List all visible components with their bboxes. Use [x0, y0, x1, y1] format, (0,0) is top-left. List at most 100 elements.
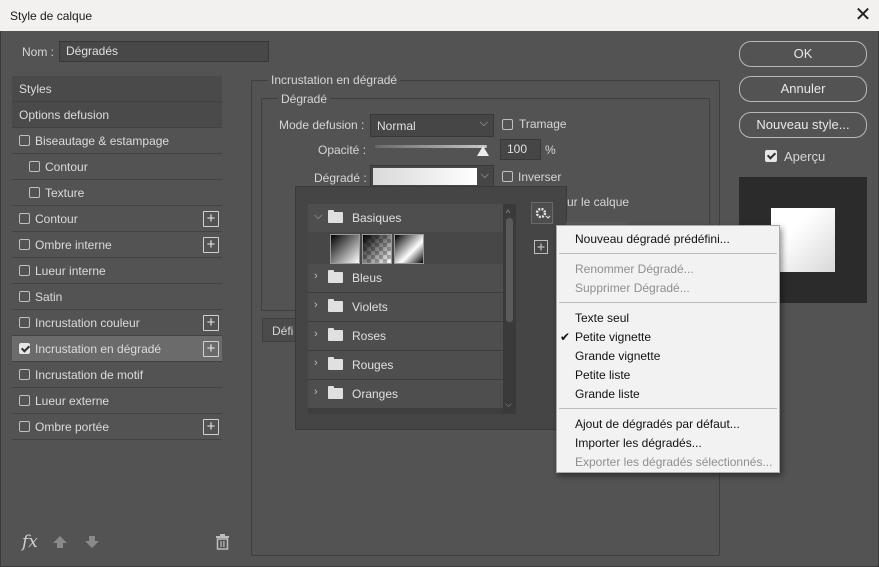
menu-separator: [559, 408, 777, 409]
menu-item[interactable]: Importer les dégradés...: [575, 436, 702, 450]
preset-folder-name: Basiques: [352, 211, 402, 225]
blend-mode-label: Mode defusion :: [279, 118, 365, 132]
style-checkbox[interactable]: [19, 395, 30, 406]
preset-folder[interactable]: ⌵ Basiques: [308, 204, 503, 232]
blend-mode-select[interactable]: Normal ⌵: [370, 114, 494, 137]
style-item-label: Satin: [35, 290, 63, 304]
preset-folder[interactable]: › Rouges: [308, 351, 503, 379]
style-checkbox[interactable]: [19, 317, 30, 328]
fx-icon[interactable]: fx: [22, 532, 38, 552]
preset-scrollbar[interactable]: ^ ⌵: [503, 204, 516, 414]
style-item-7[interactable]: Lueur interne: [12, 258, 222, 284]
style-checkbox[interactable]: [19, 369, 30, 380]
preset-folder[interactable]: › Roses: [308, 322, 503, 350]
menu-item[interactable]: Texte seul: [575, 311, 629, 325]
style-checkbox[interactable]: [19, 239, 30, 250]
style-item-label: Ombre interne: [35, 238, 112, 252]
preset-folder-name: Rouges: [352, 358, 394, 372]
style-checkbox[interactable]: [19, 135, 30, 146]
menu-item[interactable]: Petite vignette: [575, 330, 651, 344]
add-effect-icon[interactable]: +: [203, 211, 219, 227]
chevron-right-icon[interactable]: ›: [314, 328, 318, 340]
gradient-swatch[interactable]: [330, 234, 360, 264]
gradient-swatch[interactable]: [394, 234, 424, 264]
close-icon[interactable]: ✕: [848, 2, 878, 30]
check-icon: ✔: [560, 330, 571, 344]
menu-separator: [559, 253, 777, 254]
style-item-2[interactable]: Biseautage & estampage: [12, 128, 222, 154]
chevron-down-icon[interactable]: ⌵: [314, 210, 322, 223]
add-preset-icon[interactable]: [534, 240, 548, 254]
style-item-label: Contour: [35, 212, 78, 226]
style-item-8[interactable]: Satin: [12, 284, 222, 310]
dither-label: Tramage: [519, 117, 567, 131]
ok-button[interactable]: OK: [739, 41, 867, 67]
style-item-11[interactable]: Incrustation de motif: [12, 362, 222, 388]
style-item-3[interactable]: Contour: [12, 154, 222, 180]
arrow-up-icon[interactable]: [52, 535, 68, 549]
style-item-1[interactable]: Options defusion: [12, 102, 222, 128]
preset-list: ⌵ Basiques › Bleus › Violets › Roses › Rouges › Ora…: [308, 204, 516, 414]
preview-checkbox[interactable]: [765, 150, 777, 162]
chevron-right-icon[interactable]: ›: [314, 357, 318, 369]
style-checkbox[interactable]: [19, 213, 30, 224]
add-effect-icon[interactable]: +: [203, 237, 219, 253]
opacity-slider-handle[interactable]: [477, 146, 489, 156]
add-effect-icon[interactable]: +: [203, 341, 219, 357]
style-item-6[interactable]: Ombre interne +: [12, 232, 222, 258]
menu-separator: [559, 302, 777, 303]
style-checkbox[interactable]: [29, 161, 40, 172]
new-style-button[interactable]: Nouveau style...: [739, 112, 867, 138]
trash-icon[interactable]: [215, 534, 230, 550]
opacity-label: Opacité :: [318, 143, 367, 157]
opacity-unit: %: [545, 143, 556, 157]
reverse-checkbox[interactable]: [502, 171, 513, 182]
menu-item[interactable]: Grande liste: [575, 387, 640, 401]
style-item-13[interactable]: Ombre portée +: [12, 414, 222, 440]
gradient-label: Dégradé :: [314, 171, 367, 185]
menu-item: Supprimer Dégradé...: [575, 281, 690, 295]
style-checkbox[interactable]: [19, 343, 30, 354]
menu-item[interactable]: Grande vignette: [575, 349, 660, 363]
preset-folder[interactable]: › Bleus: [308, 264, 503, 292]
style-item-0[interactable]: Styles: [12, 76, 222, 102]
preset-folder-name: Bleus: [352, 271, 383, 285]
opacity-slider-track[interactable]: [375, 145, 487, 148]
chevron-right-icon[interactable]: ›: [314, 270, 318, 282]
chevron-right-icon[interactable]: ›: [314, 386, 318, 398]
style-item-label: Incrustation couleur: [35, 316, 140, 330]
dither-checkbox[interactable]: [502, 119, 513, 130]
chevron-right-icon[interactable]: ›: [314, 299, 318, 311]
gradient-picker[interactable]: ⌵: [370, 165, 494, 188]
cancel-button[interactable]: Annuler: [739, 76, 867, 102]
opacity-input[interactable]: 100: [500, 139, 541, 160]
style-checkbox[interactable]: [19, 265, 30, 276]
title-bar: Style de calque ✕: [0, 0, 879, 31]
style-item-12[interactable]: Lueur externe: [12, 388, 222, 414]
group-title: Dégradé: [278, 92, 331, 106]
preset-folder[interactable]: › Violets: [308, 293, 503, 321]
style-item-5[interactable]: Contour +: [12, 206, 222, 232]
preset-settings-button[interactable]: [531, 202, 553, 224]
gradient-preview[interactable]: [373, 168, 477, 185]
style-item-4[interactable]: Texture: [12, 180, 222, 206]
style-item-9[interactable]: Incrustation couleur +: [12, 310, 222, 336]
scroll-up-icon[interactable]: ^: [506, 208, 510, 218]
style-checkbox[interactable]: [19, 291, 30, 302]
scroll-down-icon[interactable]: ⌵: [505, 399, 512, 410]
style-item-label: Texture: [45, 186, 85, 200]
add-effect-icon[interactable]: +: [203, 315, 219, 331]
menu-item[interactable]: Petite liste: [575, 368, 630, 382]
align-with-layer-label: ur le calque: [567, 195, 630, 209]
gradient-swatch[interactable]: [362, 234, 392, 264]
style-item-10[interactable]: Incrustation en dégradé +: [12, 336, 222, 362]
scrollbar-thumb[interactable]: [506, 218, 513, 322]
menu-item[interactable]: Nouveau dégradé prédéfini...: [575, 232, 730, 246]
style-checkbox[interactable]: [29, 187, 40, 198]
name-input[interactable]: Dégradés: [59, 41, 269, 62]
preset-folder[interactable]: › Oranges: [308, 380, 503, 408]
menu-item[interactable]: Ajout de dégradés par défaut...: [575, 417, 740, 431]
arrow-down-icon[interactable]: [84, 535, 100, 549]
style-checkbox[interactable]: [19, 421, 30, 432]
add-effect-icon[interactable]: +: [203, 419, 219, 435]
